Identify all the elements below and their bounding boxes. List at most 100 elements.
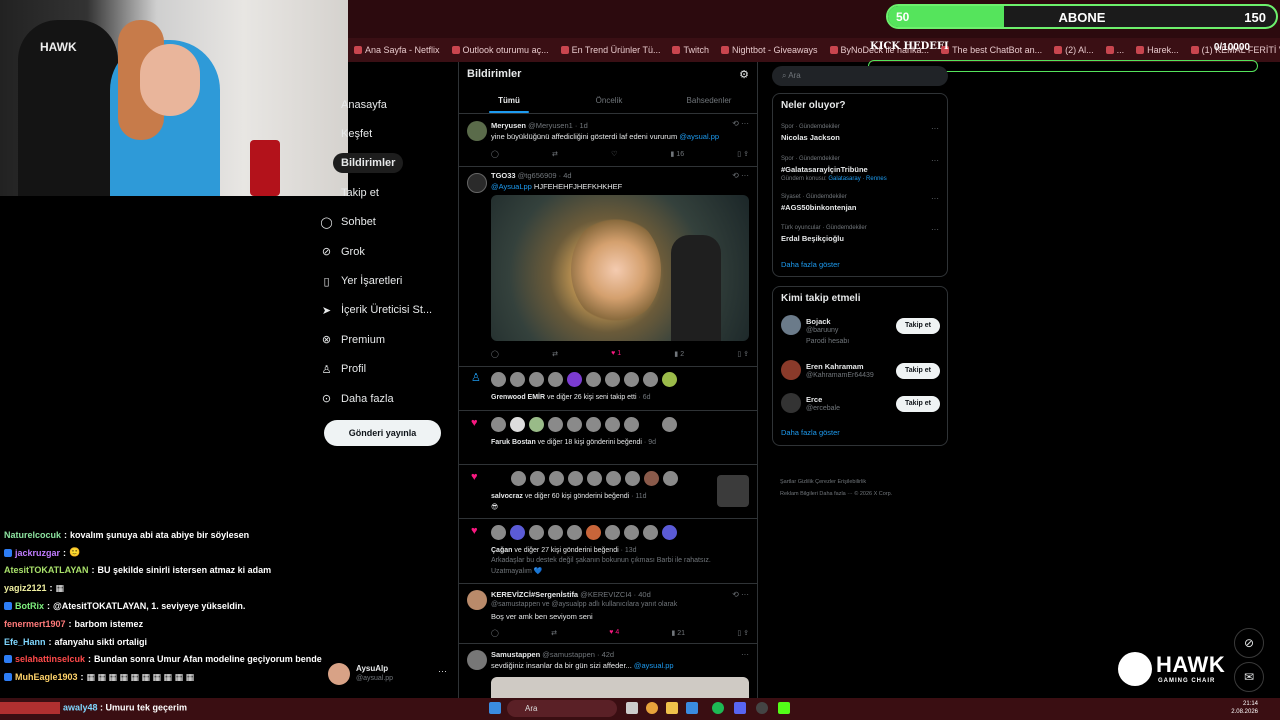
chrome-icon[interactable] [646, 702, 658, 714]
more-dots-icon[interactable]: ⟲ ··· [732, 119, 749, 128]
store-icon[interactable] [686, 702, 698, 714]
who-to-follow-show-more[interactable]: Daha fazla göster [781, 428, 840, 437]
suggested-user-name[interactable]: Bojack [806, 317, 831, 326]
trend-name[interactable]: Nicolas Jackson [781, 133, 840, 142]
chat-message: BU şekilde sinirli istersen atmaz ki ada… [97, 565, 272, 576]
bookmark-item[interactable]: Outlook oturumu aç... [451, 45, 549, 55]
bookmark-favicon-icon [720, 46, 729, 54]
post-thumbnail[interactable] [717, 475, 749, 507]
nav-item-follow[interactable]: ☺Takip et [320, 178, 458, 207]
like-icon[interactable]: ♡ [611, 150, 617, 158]
retweet-icon[interactable]: ⇄ [551, 629, 557, 637]
messages-fab-icon[interactable]: ✉ [1234, 662, 1264, 692]
search-placeholder: Ara [788, 71, 801, 80]
nav-item-more[interactable]: ⊙ Daha fazla [320, 384, 458, 413]
discord-icon[interactable] [734, 702, 746, 714]
bookmark-item[interactable]: Ana Sayfa - Netflix [354, 45, 440, 55]
follow-button[interactable]: Takip et [896, 363, 940, 379]
reply-icon[interactable]: ◯ [491, 150, 499, 158]
notification-like[interactable]: ♥ salvocraz ve diğer 60 kişi gönderini b… [459, 465, 757, 519]
nav-item-profile[interactable]: ♙ Profil [320, 355, 458, 384]
retweet-icon[interactable]: ⇄ [552, 150, 558, 158]
views-icon[interactable]: ▮ 21 [671, 629, 685, 637]
nav-item-bell[interactable]: ♫Bildirimler [320, 149, 458, 178]
trend-name[interactable]: #GalatasarayİçinTribüne [781, 165, 868, 174]
grok-fab-icon[interactable]: ⊘ [1234, 628, 1264, 658]
footer-line[interactable]: Şartlar Gizlilik Çerezler Erişilebilirli… [780, 476, 950, 488]
kick-icon[interactable] [778, 702, 790, 714]
taskbar-search[interactable]: Ara [507, 700, 617, 717]
nav-item-search[interactable]: ⌕Keşfet [320, 119, 458, 148]
notification-like[interactable]: ♥ Çağan ve diğer 27 kişi gönderini beğen… [459, 519, 757, 584]
more-dots-icon[interactable]: ··· [931, 225, 939, 234]
tweet-meryusen[interactable]: Meryusen @Meryusen1 · 1d ⟲ ··· yine büyü… [459, 115, 757, 167]
more-dots-icon[interactable]: ··· [931, 194, 939, 203]
more-dots-icon[interactable]: ⟲ ··· [732, 590, 749, 599]
trend-name[interactable]: Erdal Beşikçioğlu [781, 234, 844, 243]
bookmark-icon[interactable]: ▯ ⇪ [737, 150, 749, 158]
tweet-kerevizci[interactable]: KEREVİZCİ#Sergenİstifa @KEREVIZCI4 · 40d… [459, 584, 757, 644]
nav-item-premium[interactable]: ⊗ Premium [320, 325, 458, 354]
post-button[interactable]: Gönderi yayınla [324, 420, 441, 446]
more-dots-icon[interactable]: ··· [741, 650, 749, 659]
follow-button[interactable]: Takip et [896, 396, 940, 412]
more-dots-icon[interactable]: ⟲ ··· [732, 171, 749, 180]
nav-item-home[interactable]: ⌂Anasayfa [320, 90, 458, 119]
nav-item-grok[interactable]: ⊘ Grok [320, 237, 458, 266]
account-handle: @aysual.pp [356, 675, 394, 682]
tab-mentions[interactable]: Bahsedenler [659, 90, 757, 113]
nav-item-chat[interactable]: ◯ Sohbet [320, 208, 458, 237]
bookmark-item[interactable]: En Trend Ürünler Tü... [560, 45, 660, 55]
like-icon[interactable]: ♥ 4 [609, 629, 619, 637]
trend-name[interactable]: #AGS50binkontenjan [781, 203, 856, 212]
avatar[interactable] [781, 393, 801, 413]
spotify-icon[interactable] [712, 702, 724, 714]
notification-like[interactable]: ♥ Faruk Bostan ve diğer 18 kişi gönderin… [459, 411, 757, 465]
suggested-user-name[interactable]: Erce [806, 395, 822, 404]
explorer-icon[interactable] [666, 702, 678, 714]
mention-link[interactable]: @aysual.pp [679, 132, 719, 141]
retweet-icon[interactable]: ⇄ [552, 350, 558, 358]
more-dots-icon[interactable]: ··· [931, 156, 939, 165]
tweet-body: sevdiğiniz insanlar da bir gün sizi affe… [491, 661, 634, 670]
tab-all[interactable]: Tümü [459, 90, 559, 113]
taskbar-clock[interactable]: 21:14 2.08.2026 [1231, 700, 1258, 716]
nav-item-creator[interactable]: ➤ İçerik Üreticisi St... [320, 296, 458, 325]
bookmark-icon[interactable]: ▯ ⇪ [737, 629, 749, 637]
search-input[interactable]: ⌕ Ara [772, 66, 948, 86]
nav-item-bookmark[interactable]: ▯ Yer İşaretleri [320, 266, 458, 295]
windows-start-icon[interactable] [489, 702, 501, 714]
more-dots-icon[interactable]: ··· [931, 124, 939, 133]
bookmark-item[interactable]: Twitch [672, 45, 709, 55]
views-count: 2 [680, 351, 685, 358]
footer-line[interactable]: Reklam Bilgileri Daha fazla ··· © 2026 X… [780, 488, 950, 500]
more-dots-icon[interactable]: ··· [438, 666, 447, 676]
follow-button[interactable]: Takip et [896, 318, 940, 334]
obs-icon[interactable] [756, 702, 768, 714]
trend-link[interactable]: Galatasaray · Rennes [828, 176, 886, 182]
reply-icon[interactable]: ◯ [491, 629, 499, 637]
author-name: Samustappen [491, 650, 541, 659]
bookmark-icon[interactable]: ▯ ⇪ [737, 350, 749, 358]
views-icon[interactable]: ▮ 2 [674, 350, 684, 358]
mention-link[interactable]: @aysual.pp [634, 661, 674, 670]
gear-icon[interactable]: ⚙ [739, 68, 749, 81]
notification-follow[interactable]: ♙ Grenwood EMİR ve diğer 26 kişi seni ta… [459, 367, 757, 411]
reply-icon[interactable]: ◯ [491, 350, 499, 358]
avatar[interactable] [781, 360, 801, 380]
trends-title: Neler oluyor? [781, 100, 846, 111]
mention-link[interactable]: @AysuaLpp [491, 182, 532, 191]
like-icon[interactable]: ♥ 1 [611, 350, 621, 358]
parody-label: Parodi hesabı [806, 338, 850, 345]
views-icon[interactable]: ▮ 16 [671, 150, 685, 158]
bookmark-item[interactable]: Nightbot - Giveaways [720, 45, 818, 55]
tweet-media-image[interactable] [491, 195, 749, 341]
tab-priority[interactable]: Öncelik [559, 90, 659, 113]
chat-badge-icon [4, 548, 12, 557]
trends-show-more[interactable]: Daha fazla göster [781, 260, 840, 269]
task-view-icon[interactable] [626, 702, 638, 714]
tweet-tgo33[interactable]: TGO33 @tg656909 · 4d ⟲ ··· @AysuaLpp HJF… [459, 167, 757, 367]
x-footer-links[interactable]: Şartlar Gizlilik Çerezler Erişilebilirli… [780, 476, 950, 500]
avatar[interactable] [781, 315, 801, 335]
suggested-user-name[interactable]: Eren Kahramam [806, 362, 864, 371]
